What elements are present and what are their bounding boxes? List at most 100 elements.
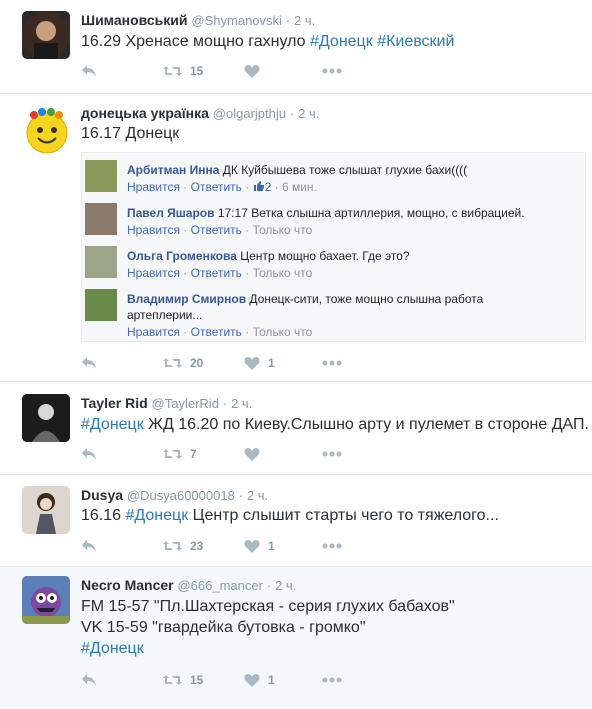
heart-icon <box>244 64 260 78</box>
tweet-text-line: FM 15-57 "Пл.Шахтерская - серия глухих б… <box>81 596 455 617</box>
fb-comment-text-cont: артеплерии... <box>127 308 203 322</box>
avatar[interactable] <box>22 11 70 59</box>
tweet-text-line: VK 15-59 "гвардейка бутовка - громко" <box>81 617 366 638</box>
like-action[interactable]: 1 <box>244 672 275 688</box>
author-name[interactable]: Шимановський <box>81 12 188 28</box>
text-span: VK 15-59 "гвардейка бутовка - громко" <box>81 619 366 636</box>
more-action[interactable] <box>322 538 342 554</box>
like-action[interactable]: 1 <box>244 355 275 371</box>
fb-text: Центр мощно бахает. Где это? <box>236 249 410 263</box>
fb-avatar <box>85 246 117 278</box>
retweet-action[interactable]: 23 <box>163 538 203 554</box>
fb-reply-link[interactable]: Ответить <box>191 180 242 194</box>
heart-icon <box>244 673 260 687</box>
author-handle[interactable]: @Dusya60000018 <box>127 488 235 503</box>
retweet-action[interactable]: 15 <box>163 63 203 79</box>
like-count: 1 <box>268 673 275 687</box>
separator: · <box>289 106 295 121</box>
fb-like-link[interactable]: Нравится <box>127 223 180 237</box>
fb-like-link[interactable]: Нравится <box>127 180 180 194</box>
retweet-icon <box>163 356 182 370</box>
heart-icon <box>244 539 260 553</box>
more-icon <box>322 360 342 366</box>
more-icon <box>322 451 342 457</box>
reply-icon <box>81 356 97 370</box>
more-action[interactable] <box>322 355 342 371</box>
reply-icon <box>81 447 97 461</box>
tweet-header: Necro Mancer @666_mancer · 2 ч. <box>81 577 296 593</box>
fb-comment-text: Владимир Смирнов Донецк-сити, тоже мощно… <box>127 291 483 307</box>
author-name[interactable]: Necro Mancer <box>81 577 174 593</box>
timestamp[interactable]: 2 ч. <box>294 13 315 28</box>
avatar[interactable] <box>22 105 72 155</box>
fb-comment: Ольга Громенкова Центр мощно бахает. Где… <box>82 244 587 282</box>
timestamp[interactable]: 2 ч. <box>231 396 252 411</box>
author-name[interactable]: донецька українка <box>81 105 209 121</box>
more-action[interactable] <box>322 446 342 462</box>
fb-like-link[interactable]: Нравится <box>127 325 180 339</box>
thumbs-up-icon <box>253 180 265 194</box>
fb-time: Только что <box>252 325 313 339</box>
fb-comment-meta: Нравится · Ответить · Только что <box>127 266 313 280</box>
tweet: донецька українка @olgarjpthju · 2 ч. 16… <box>0 93 592 381</box>
more-icon <box>322 68 342 74</box>
like-action[interactable] <box>244 63 268 79</box>
tweet: Dusya @Dusya60000018 · 2 ч. 16.16 #Донец… <box>0 474 592 566</box>
hashtag-link[interactable]: #Донецк <box>81 416 144 433</box>
fb-author[interactable]: Арбитман Инна <box>127 163 219 177</box>
fb-reply-link[interactable]: Ответить <box>191 266 242 280</box>
fb-author[interactable]: Владимир Смирнов <box>127 292 246 306</box>
fb-author[interactable]: Павел Яшаров <box>127 206 215 220</box>
hashtag-link[interactable]: #Донецк <box>125 507 188 524</box>
tweet-actions: 20 1 <box>81 355 381 371</box>
like-action[interactable] <box>244 446 268 462</box>
fb-time: Только что <box>252 266 313 280</box>
fb-avatar <box>85 289 117 321</box>
hashtag-link[interactable]: #Киевский <box>377 33 454 50</box>
tweet-actions: 15 1 <box>81 672 381 688</box>
like-count: 1 <box>268 356 275 370</box>
fb-reply-link[interactable]: Ответить <box>191 223 242 237</box>
author-name[interactable]: Tayler Rid <box>81 395 148 411</box>
avatar[interactable] <box>22 486 70 534</box>
reply-action[interactable] <box>81 355 97 371</box>
author-name[interactable]: Dusya <box>81 487 123 503</box>
author-handle[interactable]: @Shymanovski <box>191 13 282 28</box>
text-span: 16.17 Донецк <box>81 125 180 142</box>
reply-action[interactable] <box>81 63 97 79</box>
more-action[interactable] <box>322 63 342 79</box>
fb-like-link[interactable]: Нравится <box>127 266 180 280</box>
retweet-count: 7 <box>190 447 197 461</box>
retweet-count: 15 <box>190 64 204 78</box>
reply-action[interactable] <box>81 538 97 554</box>
fb-comment: Владимир Смирнов Донецк-сити, тоже мощно… <box>82 287 587 341</box>
like-action[interactable]: 1 <box>244 538 275 554</box>
fb-reply-link[interactable]: Ответить <box>191 325 242 339</box>
tweet-actions: 23 1 <box>81 538 381 554</box>
retweet-action[interactable]: 20 <box>163 355 203 371</box>
tweet-actions: 7 <box>81 446 381 462</box>
fb-author[interactable]: Ольга Громенкова <box>127 249 237 263</box>
more-action[interactable] <box>322 672 342 688</box>
retweet-action[interactable]: 7 <box>163 446 197 462</box>
avatar[interactable] <box>22 394 70 442</box>
fb-reaction-count: 2 <box>264 180 272 194</box>
retweet-action[interactable]: 15 <box>163 672 203 688</box>
retweet-icon <box>163 447 182 461</box>
hashtag-link[interactable]: #Донецк <box>310 33 373 50</box>
avatar[interactable] <box>22 576 70 624</box>
timestamp[interactable]: 2 ч. <box>275 578 296 593</box>
text-span: FM 15-57 "Пл.Шахтерская - серия глухих б… <box>81 598 455 615</box>
author-handle[interactable]: @TaylerRid <box>152 396 219 411</box>
author-handle[interactable]: @666_mancer <box>177 578 262 593</box>
author-handle[interactable]: @olgarjpthju <box>213 106 286 121</box>
tweet-header: Dusya @Dusya60000018 · 2 ч. <box>81 487 268 503</box>
hashtag-link[interactable]: #Донецк <box>81 640 144 657</box>
tweet-text-line: #Донецк <box>81 638 144 659</box>
fb-comment-meta: Нравится · Ответить · Только что <box>127 325 313 339</box>
reply-action[interactable] <box>81 446 97 462</box>
timestamp[interactable]: 2 ч. <box>298 106 319 121</box>
fb-text: Донецк-сити, тоже мощно слышна работа <box>246 292 484 306</box>
reply-action[interactable] <box>81 672 97 688</box>
timestamp[interactable]: 2 ч. <box>247 488 268 503</box>
